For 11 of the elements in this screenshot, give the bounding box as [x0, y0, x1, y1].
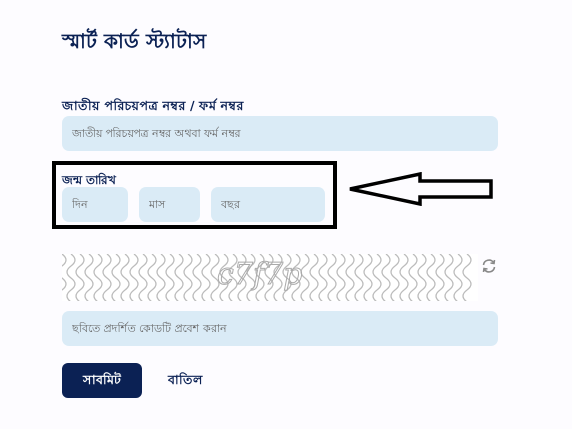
field-label: জন্ম তারিখ [62, 172, 118, 185]
captcha-input-field[interactable]: ছবিতে প্রদর্শিত কোডটি প্রবেশ করান [62, 311, 498, 346]
id-input-field[interactable]: জাতীয় পরিচয়পত্র নম্বর অথবা ফর্ম নম্বর [62, 116, 498, 151]
date-input-field[interactable]: দিন [62, 187, 128, 222]
page-title: স্মার্ট কার্ড স্ট্যাটাস [62, 27, 208, 55]
cancel-button[interactable]: বাতিল [156, 366, 215, 394]
field-label: জাতীয় পরিচয়পত্র নম্বর / ফর্ম নম্বর [62, 97, 245, 115]
date-input-field[interactable]: বছর [211, 187, 325, 222]
refresh-icon[interactable] [481, 258, 497, 274]
date-input-field[interactable]: মাস [139, 187, 200, 222]
submit-button[interactable]: সাবমিট [62, 363, 142, 398]
